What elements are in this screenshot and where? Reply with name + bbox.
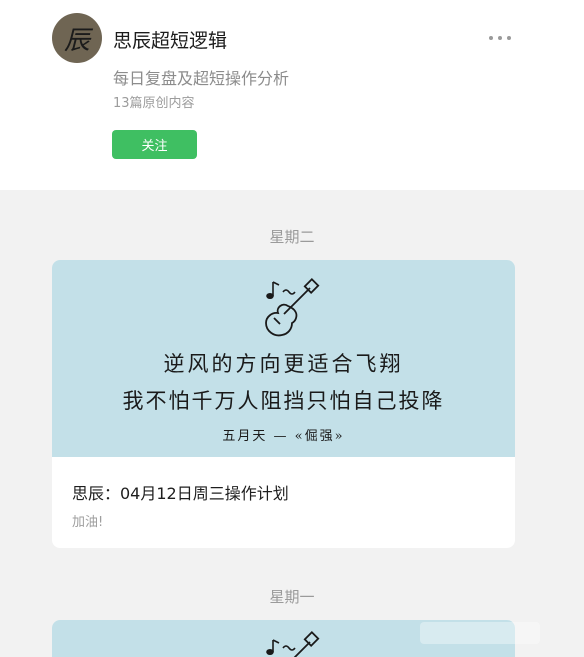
cover-quote-source: 五月天 — «倔强»	[222, 429, 345, 444]
music-note-icon	[266, 281, 296, 299]
cover-quote-line: 逆风的方向更适合飞翔	[163, 352, 404, 376]
article-title[interactable]: 思辰：04月12日周三操作计划	[72, 480, 289, 504]
more-icon[interactable]	[483, 30, 517, 46]
more-dot	[498, 36, 502, 40]
article-summary: 加油!	[72, 515, 104, 530]
follow-button[interactable]: 关注	[112, 130, 197, 159]
music-note-icon	[266, 639, 296, 655]
more-dot	[489, 36, 493, 40]
account-bio: 每日复盘及超短操作分析	[113, 69, 290, 88]
account-header: 辰 思辰超短逻辑 每日复盘及超短操作分析 13篇原创内容 关注	[0, 0, 584, 190]
article-count[interactable]: 13篇原创内容	[113, 92, 195, 111]
more-dot	[507, 36, 511, 40]
watermark	[420, 622, 540, 644]
avatar[interactable]: 辰	[52, 13, 102, 63]
article-card[interactable]: 逆风的方向更适合飞翔 我不怕千万人阻挡只怕自己投降 五月天 — «倔强» 思辰：…	[52, 260, 515, 548]
cover-quote-line: 我不怕千万人阻挡只怕自己投降	[122, 389, 445, 413]
day-label: 星期一	[269, 588, 315, 606]
day-label: 星期二	[269, 228, 315, 246]
article-cover-image: 逆风的方向更适合飞翔 我不怕千万人阻挡只怕自己投降 五月天 — «倔强»	[52, 260, 515, 457]
avatar-logo-text: 辰	[63, 25, 90, 56]
account-name: 思辰超短逻辑	[113, 30, 228, 52]
